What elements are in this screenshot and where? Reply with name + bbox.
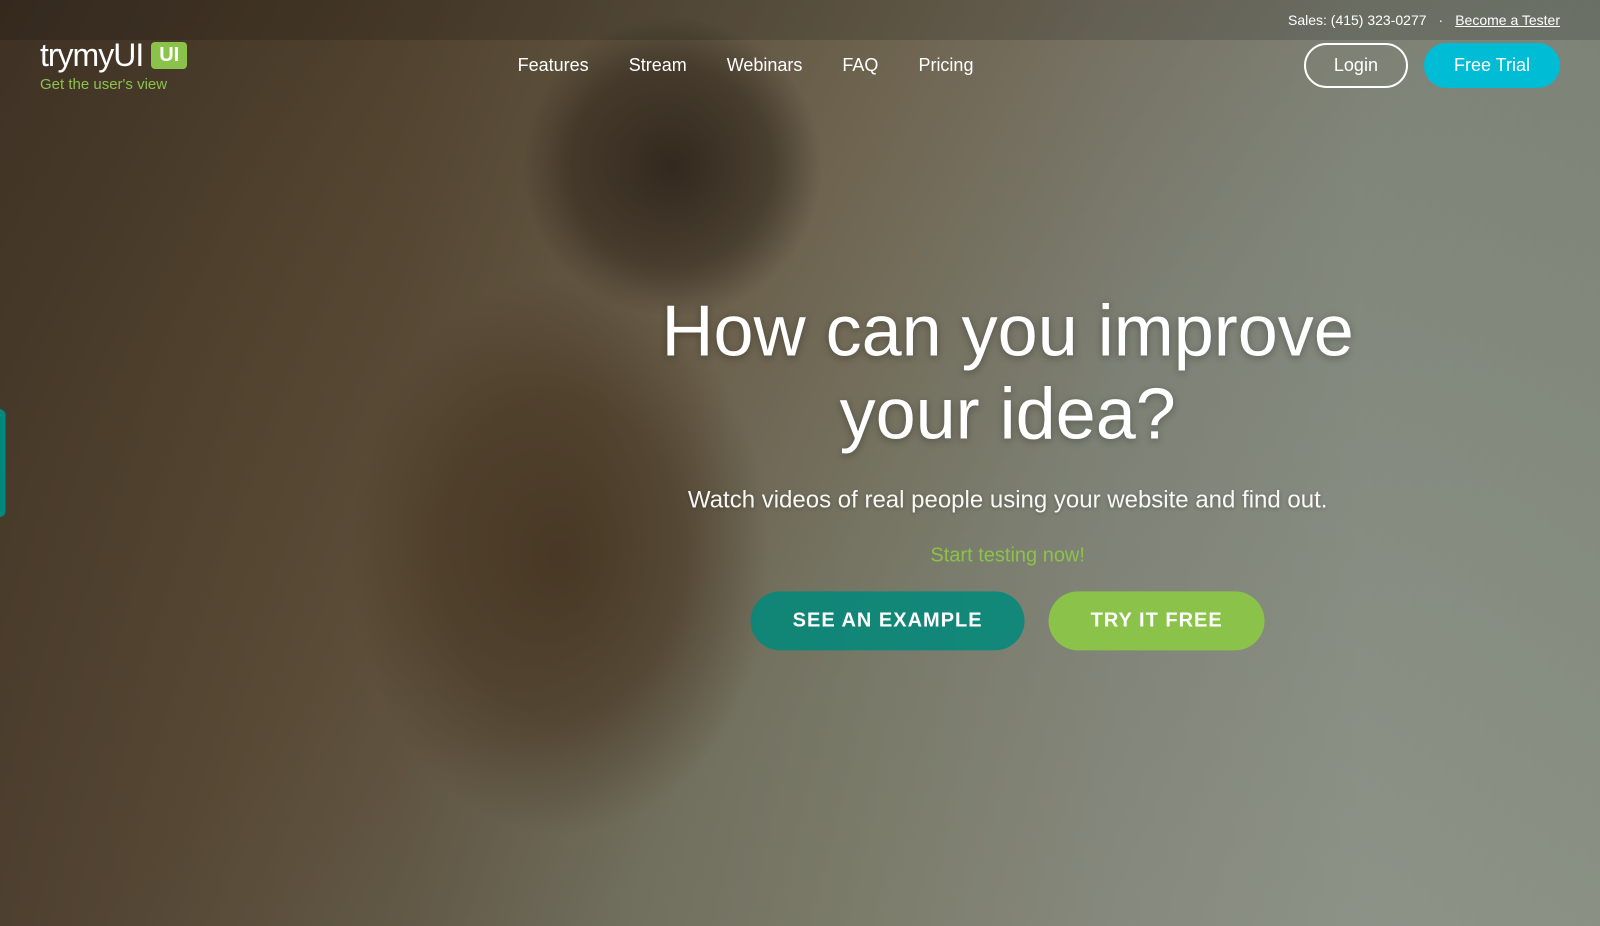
logo-tagline: Get the user's view [40, 76, 167, 93]
hero-content: How can you improve your idea? Watch vid… [662, 290, 1354, 650]
hero-headline-line2: your idea? [840, 374, 1176, 454]
nav-stream[interactable]: Stream [629, 55, 687, 76]
logo-text: trymyUI UI [40, 37, 187, 74]
hero-headline-line1: How can you improve [662, 291, 1354, 371]
navbar: trymyUI UI Get the user's view Features … [0, 0, 1600, 130]
hero-cta-prompt: Start testing now! [662, 544, 1354, 567]
nav-actions: Login Free Trial [1304, 43, 1560, 88]
hero-buttons: SEE AN EXAMPLE TRY IT FREE [662, 591, 1354, 650]
nav-features[interactable]: Features [518, 55, 589, 76]
hero-headline: How can you improve your idea? [662, 290, 1354, 456]
nav-webinars[interactable]: Webinars [727, 55, 803, 76]
login-button[interactable]: Login [1304, 43, 1408, 88]
try-free-button[interactable]: TRY IT FREE [1049, 591, 1265, 650]
free-trial-button[interactable]: Free Trial [1424, 43, 1560, 88]
nav-faq[interactable]: FAQ [842, 55, 878, 76]
nav-links: Features Stream Webinars FAQ Pricing [518, 55, 974, 76]
hero-subtext: Watch videos of real people using your w… [662, 486, 1354, 514]
nav-pricing[interactable]: Pricing [918, 55, 973, 76]
logo[interactable]: trymyUI UI Get the user's view [40, 37, 187, 93]
see-example-button[interactable]: SEE AN EXAMPLE [751, 591, 1025, 650]
contact-tab[interactable]: Contact us [0, 409, 6, 517]
